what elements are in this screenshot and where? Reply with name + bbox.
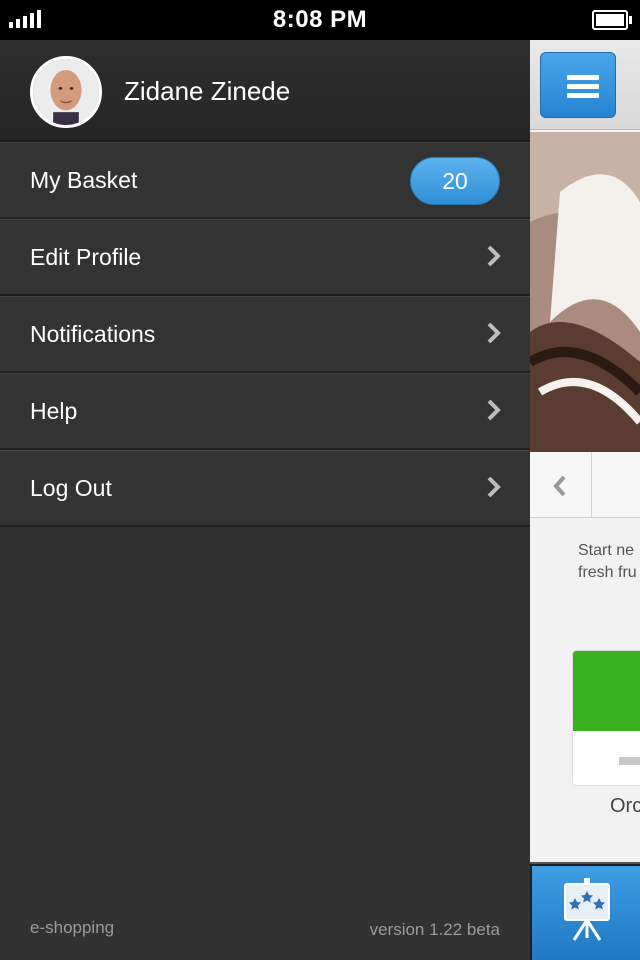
- chevron-right-icon: [487, 476, 501, 498]
- main-panel[interactable]: Start ne fresh fru Orc: [530, 40, 640, 960]
- battery-icon: [592, 10, 632, 30]
- menu-item-notifications[interactable]: Notifications: [0, 296, 530, 373]
- menu-item-label: My Basket: [30, 167, 138, 193]
- side-menu: Zidane Zinede My Basket 20 Edit Profile …: [0, 40, 530, 960]
- app-version: version 1.22 beta: [369, 920, 500, 939]
- top-nav-bar: [530, 40, 640, 130]
- order-card[interactable]: [572, 650, 640, 786]
- app-name: e-shopping: [30, 918, 115, 937]
- chevron-left-icon: [553, 475, 566, 497]
- menu-item-label: Edit Profile: [30, 244, 142, 270]
- menu-item-edit-profile[interactable]: Edit Profile: [0, 219, 530, 296]
- tab-active[interactable]: [532, 866, 640, 960]
- menu-item-help[interactable]: Help: [0, 373, 530, 450]
- menu-item-label: Help: [30, 398, 78, 424]
- presentation-stars-icon: [564, 878, 610, 941]
- hero-image: [530, 132, 640, 452]
- card-divider: [619, 757, 640, 765]
- menu-item-label: Notifications: [30, 321, 156, 347]
- menu-item-label: Log Out: [30, 475, 112, 501]
- bottom-tab-bar: [530, 862, 640, 960]
- description-line: fresh fru: [578, 564, 637, 581]
- avatar[interactable]: [30, 56, 102, 128]
- card-label: Orc: [610, 795, 640, 817]
- chevron-right-icon: [487, 399, 501, 421]
- hamburger-menu-icon[interactable]: [540, 52, 616, 118]
- previous-button[interactable]: [530, 452, 592, 518]
- status-time: 8:08 PM: [272, 6, 368, 33]
- status-bar: 8:08 PM: [0, 0, 640, 40]
- description-line: Start ne: [578, 542, 635, 559]
- chevron-right-icon: [487, 245, 501, 267]
- profile-name: Zidane Zinede: [124, 76, 291, 106]
- carousel-pager: [530, 452, 640, 518]
- chevron-right-icon: [487, 322, 501, 344]
- menu-item-log-out[interactable]: Log Out: [0, 450, 530, 527]
- description-text: Start ne fresh fru: [578, 540, 637, 584]
- basket-count-badge: 20: [410, 157, 500, 205]
- menu-item-my-basket[interactable]: My Basket 20: [0, 142, 530, 219]
- card-header: [573, 651, 640, 731]
- profile-header[interactable]: Zidane Zinede: [0, 40, 530, 142]
